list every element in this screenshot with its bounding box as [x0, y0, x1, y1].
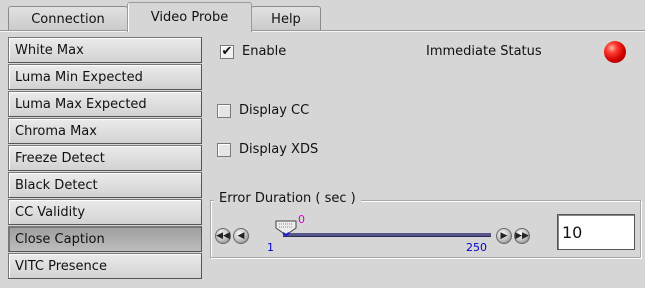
- slider-max-label: 250: [466, 241, 487, 254]
- fast-forward-icon[interactable]: ▶▶: [514, 228, 530, 244]
- sidebar-item-luma-max-expected[interactable]: Luma Max Expected: [8, 91, 202, 117]
- slider-min-label: 1: [267, 241, 274, 254]
- tab-help[interactable]: Help: [251, 6, 321, 31]
- display-cc-label: Display CC: [239, 103, 310, 118]
- error-duration-slider-track[interactable]: [283, 233, 491, 237]
- display-cc-checkbox[interactable]: Display CC: [217, 103, 309, 118]
- step-back-icon[interactable]: ◀: [233, 228, 249, 244]
- sidebar-item-chroma-max[interactable]: Chroma Max: [8, 118, 202, 144]
- sidebar-item-close-caption[interactable]: Close Caption: [8, 226, 202, 252]
- error-duration-value-field[interactable]: 10: [557, 214, 635, 250]
- sidebar-item-luma-min-expected[interactable]: Luma Min Expected: [8, 64, 202, 90]
- sidebar-item-white-max[interactable]: White Max: [8, 37, 202, 63]
- led-red-icon: [604, 41, 626, 63]
- sidebar-item-black-detect[interactable]: Black Detect: [8, 172, 202, 198]
- fast-rewind-icon[interactable]: ◀◀: [215, 228, 231, 244]
- slider-thumb-icon[interactable]: [275, 220, 297, 236]
- display-xds-label: Display XDS: [239, 142, 319, 157]
- checkmark-icon[interactable]: ✔: [220, 44, 234, 59]
- error-duration-legend: Error Duration ( sec ): [214, 191, 361, 206]
- tab-connection[interactable]: Connection: [8, 6, 128, 31]
- sidebar-item-cc-validity[interactable]: CC Validity: [8, 199, 202, 225]
- probe-sidebar: White Max Luma Min Expected Luma Max Exp…: [8, 37, 202, 280]
- enable-label: Enable: [242, 44, 287, 59]
- step-forward-icon[interactable]: ▶: [496, 228, 512, 244]
- immediate-status-label: Immediate Status: [426, 44, 542, 59]
- tab-bar: Connection Video Probe Help: [0, 0, 645, 32]
- tab-video-probe[interactable]: Video Probe: [127, 2, 252, 32]
- enable-checkbox[interactable]: ✔ Enable: [220, 44, 286, 59]
- slider-thumb-value: 0: [298, 213, 305, 226]
- checkbox-box-icon[interactable]: [217, 103, 231, 118]
- display-xds-checkbox[interactable]: Display XDS: [217, 142, 318, 157]
- checkbox-box-icon[interactable]: [217, 142, 231, 157]
- sidebar-item-vitc-presence[interactable]: VITC Presence: [8, 253, 202, 279]
- tab-divider-highlight: [0, 31, 645, 32]
- sidebar-item-freeze-detect[interactable]: Freeze Detect: [8, 145, 202, 171]
